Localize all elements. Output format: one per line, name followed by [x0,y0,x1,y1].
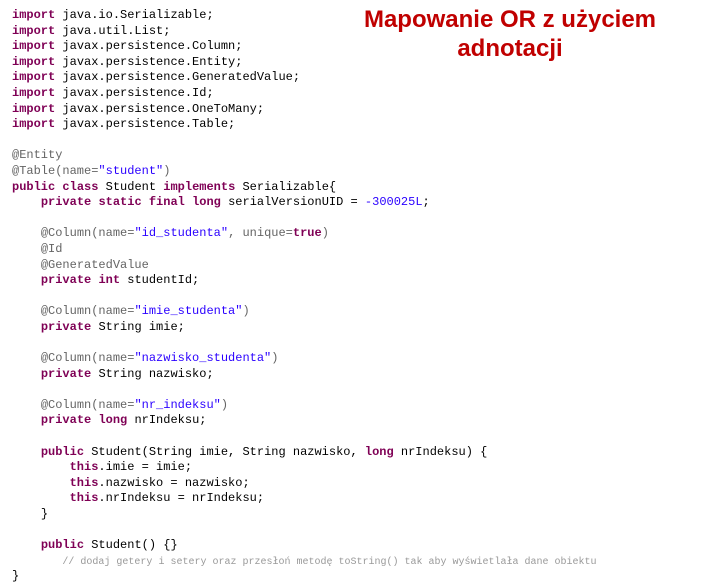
string-literal: "id_studenta" [134,226,228,240]
keyword-static: static [98,195,141,209]
keyword-import: import [12,102,55,116]
keyword-import: import [12,86,55,100]
field-decl: String nazwisko; [98,367,213,381]
semicolon: ; [423,195,430,209]
brace-close: } [12,569,19,583]
ctor-sig: Student(String imie, String nazwisko, [91,445,365,459]
field-name: studentId; [127,273,199,287]
slide-title: Mapowanie OR z użyciem adnotacji [320,6,700,64]
string-literal: "student" [98,164,163,178]
annotation-close: ) [242,304,249,318]
number-literal: -300025L [365,195,423,209]
import-path: javax.persistence.GeneratedValue; [62,70,300,84]
import-path: java.util.List; [62,24,170,38]
annotation-column: @Column(name= [41,304,135,318]
annotation-table: @Table(name= [12,164,98,178]
keyword-class: class [62,180,98,194]
string-literal: "nr_indeksu" [134,398,220,412]
keyword-private: private [41,320,91,334]
keyword-private: private [41,413,91,427]
annotation-column: @Column(name= [41,226,135,240]
keyword-private: private [41,367,91,381]
keyword-true: true [293,226,322,240]
keyword-this: this [70,476,99,490]
keyword-private: private [41,273,91,287]
keyword-this: this [70,460,99,474]
ctor-empty: Student() {} [91,538,177,552]
annotation-id: @Id [41,242,63,256]
keyword-int: int [98,273,120,287]
assignment: .nazwisko = nazwisko; [98,476,249,490]
keyword-private: private [41,195,91,209]
keyword-long: long [365,445,394,459]
string-literal: "imie_studenta" [134,304,242,318]
keyword-import: import [12,70,55,84]
keyword-import: import [12,117,55,131]
keyword-long: long [192,195,221,209]
keyword-import: import [12,55,55,69]
field-name: serialVersionUID = [228,195,365,209]
import-path: javax.persistence.Id; [62,86,213,100]
comment: // dodaj getery i setery oraz przesłoń m… [62,557,596,568]
annotation-unique: , unique= [228,226,293,240]
import-path: javax.persistence.Table; [62,117,235,131]
import-path: javax.persistence.OneToMany; [62,102,264,116]
assignment: .imie = imie; [98,460,192,474]
keyword-public: public [41,538,84,552]
field-decl: String imie; [98,320,184,334]
class-name: Student [106,180,156,194]
keyword-import: import [12,39,55,53]
keyword-implements: implements [163,180,235,194]
annotation-close: ) [322,226,329,240]
keyword-import: import [12,8,55,22]
assignment: .nrIndeksu = nrIndeksu; [98,491,264,505]
keyword-import: import [12,24,55,38]
import-path: java.io.Serializable; [62,8,213,22]
code-block: import java.io.Serializable; import java… [12,8,708,585]
annotation-generated: @GeneratedValue [41,258,149,272]
keyword-public: public [12,180,55,194]
annotation-close: ) [271,351,278,365]
annotation-column: @Column(name= [41,351,135,365]
brace-close: } [41,507,48,521]
annotation-column: @Column(name= [41,398,135,412]
import-path: javax.persistence.Entity; [62,55,242,69]
interface-name: Serializable{ [242,180,336,194]
annotation-close: ) [221,398,228,412]
ctor-sig: nrIndeksu) { [394,445,488,459]
field-name: nrIndeksu; [134,413,206,427]
string-literal: "nazwisko_studenta" [134,351,271,365]
annotation-close: ) [163,164,170,178]
keyword-public: public [41,445,84,459]
keyword-final: final [149,195,185,209]
keyword-long: long [98,413,127,427]
keyword-this: this [70,491,99,505]
import-path: javax.persistence.Column; [62,39,242,53]
annotation-entity: @Entity [12,148,62,162]
